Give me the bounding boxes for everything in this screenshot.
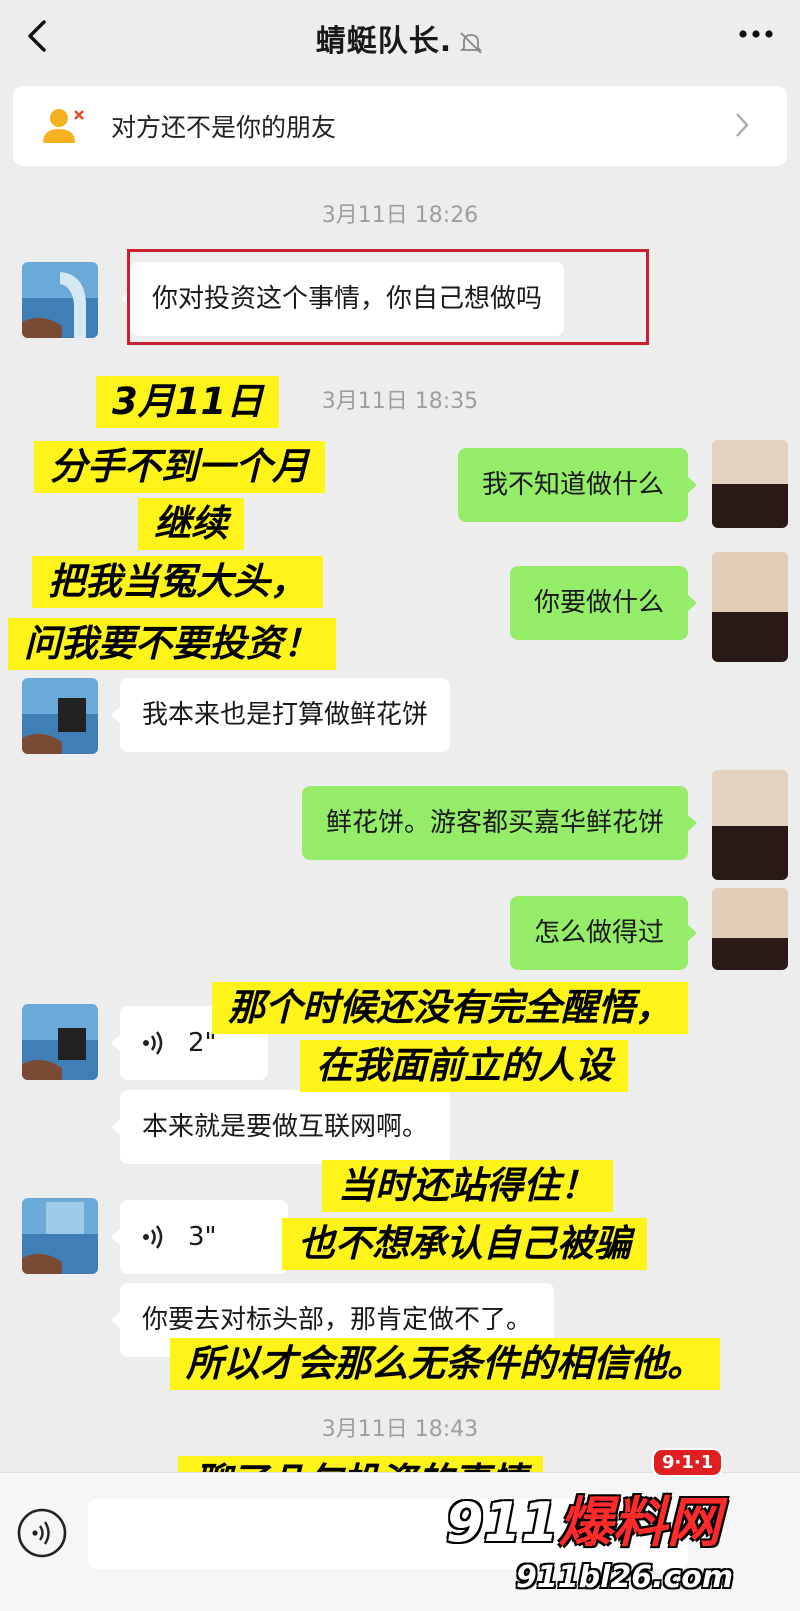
avatar-image-blurred: [712, 552, 788, 662]
annotation-text: 继续: [138, 498, 244, 550]
more-icon[interactable]: [738, 28, 774, 40]
watermark-logo: 9·1·1 911爆料网 911bl26.com: [446, 1448, 798, 1610]
avatar-image: [22, 1198, 98, 1274]
avatar-image-blurred: [712, 770, 788, 880]
highlight-frame: [127, 249, 649, 345]
annotation-text: 在我面前立的人设: [300, 1040, 628, 1092]
voice-duration: 3": [188, 1222, 217, 1252]
logo-title: 911爆料网: [446, 1478, 746, 1557]
contact-avatar[interactable]: [22, 1004, 98, 1080]
message-bubble[interactable]: 本来就是要做互联网啊。: [110, 1090, 451, 1164]
avatar-image-blurred: [712, 440, 788, 528]
annotation-text: 3月11日: [96, 376, 280, 428]
annotation-text: 所以才会那么无条件的相信他。: [170, 1338, 720, 1390]
chevron-right-icon: [736, 113, 749, 137]
annotation-text: 问我要不要投资！: [8, 618, 336, 670]
annotation-text: 分手不到一个月: [34, 441, 325, 493]
voice-wave-icon: [143, 1225, 163, 1249]
annotation-text: 也不想承认自己被骗: [282, 1218, 647, 1270]
logo-number: 911: [446, 1491, 559, 1554]
logo-badge: 9·1·1: [652, 1448, 724, 1477]
contact-avatar[interactable]: [22, 678, 98, 754]
chat-header: 蜻蜓队长.: [0, 0, 800, 72]
annotation-text: 那个时候还没有完全醒悟，: [212, 982, 688, 1034]
banner-text: 对方还不是你的朋友: [111, 113, 337, 142]
avatar-image: [22, 678, 98, 754]
voice-wave-icon: [143, 1031, 163, 1055]
timestamp: 3月11日 18:43: [321, 1417, 479, 1442]
message-bubble-self[interactable]: 你要做什么: [509, 566, 698, 640]
message-bubble-self[interactable]: 我不知道做什么: [457, 448, 698, 522]
mute-icon: [460, 31, 483, 54]
self-avatar[interactable]: [712, 440, 788, 528]
avatar-image: [22, 1004, 98, 1080]
message-bubble-self[interactable]: 怎么做得过: [509, 896, 698, 970]
message-bubble-self[interactable]: 鲜花饼。游客都买嘉华鲜花饼: [301, 786, 698, 860]
self-avatar[interactable]: [712, 552, 788, 662]
avatar-image: [22, 262, 98, 338]
logo-url: 911bl26.com: [516, 1560, 734, 1595]
annotation-text: 把我当冤大头，: [32, 556, 323, 608]
voice-message[interactable]: 3": [111, 1200, 288, 1274]
self-avatar[interactable]: [712, 770, 788, 880]
not-friend-banner[interactable]: 对方还不是你的朋友: [13, 86, 787, 166]
contact-avatar[interactable]: [22, 262, 98, 338]
add-friend-icon: [43, 109, 84, 143]
chat-title: 蜻蜓队长.: [0, 16, 800, 60]
message-bubble[interactable]: 我本来也是打算做鲜花饼: [110, 678, 451, 752]
contact-name: 蜻蜓队长.: [315, 24, 453, 59]
avatar-image-blurred: [712, 888, 788, 970]
contact-avatar[interactable]: [22, 1198, 98, 1274]
logo-word: 爆料网: [558, 1491, 721, 1554]
voice-input-icon[interactable]: [16, 1507, 68, 1559]
annotation-text: 当时还站得住！: [322, 1160, 613, 1212]
timestamp: 3月11日 18:26: [321, 203, 479, 228]
self-avatar[interactable]: [712, 888, 788, 970]
